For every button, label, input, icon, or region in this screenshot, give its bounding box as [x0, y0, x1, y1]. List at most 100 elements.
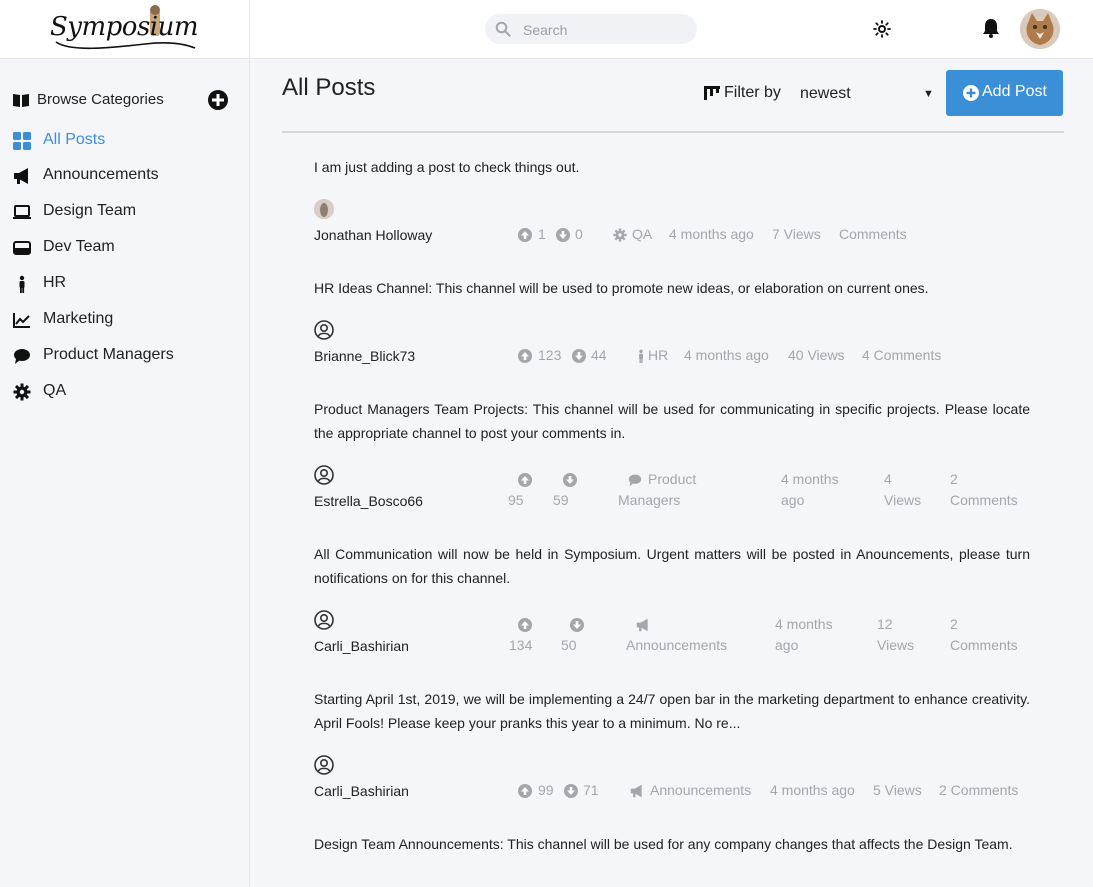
post-time-line2: ago — [775, 637, 799, 653]
gear-icon — [13, 383, 31, 401]
post-category-line1[interactable]: Product — [648, 469, 696, 490]
post-category[interactable]: QA — [632, 224, 652, 245]
post-text[interactable]: Design Team Announcements: This channel … — [314, 832, 1030, 856]
downvote-icon[interactable] — [563, 473, 577, 487]
sidebar-item-product-managers[interactable]: Product Managers — [13, 344, 238, 368]
downvote-icon[interactable] — [556, 228, 570, 242]
sidebar-item-label: All Posts — [43, 131, 106, 148]
sidebar-item-label: Dev Team — [43, 238, 115, 255]
add-category-icon[interactable] — [207, 89, 229, 111]
post-views-label: Views — [877, 637, 915, 653]
comment-icon — [14, 349, 30, 364]
hard-drive-icon — [13, 241, 31, 255]
person-icon — [19, 275, 25, 293]
search-icon — [495, 21, 511, 37]
upvote-icon[interactable] — [518, 784, 532, 798]
downvote-icon[interactable] — [564, 784, 578, 798]
post-views: 7 Views — [772, 226, 821, 242]
author-avatar[interactable] — [314, 199, 334, 219]
person-icon — [634, 349, 648, 363]
megaphone-icon — [14, 168, 28, 184]
browse-categories: Browse Categories — [13, 89, 233, 111]
upvote-icon[interactable] — [518, 618, 532, 632]
post-views: 5 Views — [873, 782, 922, 798]
dropdown-caret-icon: ▼ — [923, 88, 934, 100]
sidebar-item-label: Announcements — [43, 166, 159, 183]
author-name[interactable]: Carli_Bashirian — [314, 783, 409, 799]
search-input[interactable] — [521, 19, 685, 41]
post-text[interactable]: I am just adding a post to check things … — [314, 155, 1030, 179]
header-divider — [282, 131, 1064, 133]
downvote-icon[interactable] — [570, 618, 584, 632]
laptop-icon — [13, 205, 31, 219]
logo-text: Symposium — [50, 12, 199, 42]
post-text[interactable]: Product Managers Team Projects: This cha… — [314, 397, 1030, 445]
megaphone-icon — [630, 784, 644, 798]
sidebar-item-label: Marketing — [43, 310, 114, 327]
bell-icon[interactable] — [980, 17, 1002, 39]
sidebar-item-hr[interactable]: HR — [13, 272, 238, 296]
post-comments[interactable]: 4 Comments — [862, 345, 941, 366]
sidebar-item-label: Design Team — [43, 202, 137, 219]
upvote-count: 123 — [538, 347, 562, 363]
sidebar-item-dev-team[interactable]: Dev Team — [13, 236, 238, 260]
plus-circle-icon — [963, 85, 979, 101]
app-logo[interactable]: Symposium — [50, 4, 200, 54]
downvote-count: 44 — [591, 347, 607, 363]
post-category[interactable]: Announcements — [626, 635, 727, 656]
post-time-line2: ago — [781, 492, 805, 508]
post-text[interactable]: All Communication will now be held in Sy… — [314, 542, 1030, 590]
sidebar-item-qa[interactable]: QA — [13, 380, 238, 404]
post-views-count: 12 — [877, 616, 893, 632]
user-circle-icon[interactable] — [314, 610, 334, 630]
upvote-icon[interactable] — [518, 349, 532, 363]
book-icon — [13, 94, 29, 107]
sidebar-item-marketing[interactable]: Marketing — [13, 308, 238, 332]
search-box[interactable] — [485, 14, 697, 44]
sidebar-item-design-team[interactable]: Design Team — [13, 200, 238, 224]
post-time-line1: 4 months — [775, 616, 833, 632]
sidebar-item-all-posts[interactable]: All Posts — [13, 129, 238, 153]
upvote-icon[interactable] — [518, 473, 532, 487]
sidebar-item-label: QA — [43, 382, 67, 399]
downvote-count: 50 — [561, 637, 577, 653]
post-comments-label[interactable]: Comments — [950, 635, 1018, 656]
sidebar-item-announcements[interactable]: Announcements — [13, 164, 238, 188]
post-time: 4 months ago — [684, 347, 769, 363]
upvote-count: 134 — [509, 637, 533, 653]
post-category[interactable]: Announcements — [650, 780, 751, 801]
post-category-line2[interactable]: Managers — [618, 490, 680, 511]
author-name[interactable]: Estrella_Bosco66 — [314, 493, 423, 509]
add-post-button[interactable]: Add Post — [946, 70, 1063, 116]
post-comments-count[interactable]: 2 — [950, 469, 958, 490]
filter-select[interactable]: newest — [794, 80, 934, 106]
user-circle-icon[interactable] — [314, 320, 334, 340]
post-views-count: 4 — [884, 471, 892, 487]
user-avatar[interactable] — [1020, 9, 1060, 49]
post-category[interactable]: HR — [648, 345, 668, 366]
post-comments-count[interactable]: 2 — [950, 614, 958, 635]
filter-label: Filter by — [724, 84, 781, 101]
post-comments[interactable]: 2 Comments — [939, 780, 1018, 801]
downvote-icon[interactable] — [572, 349, 586, 363]
author-name[interactable]: Jonathan Holloway — [314, 227, 432, 243]
sun-icon[interactable] — [873, 20, 891, 38]
author-name[interactable]: Brianne_Blick73 — [314, 348, 415, 364]
grid-icon — [13, 132, 31, 150]
author-name[interactable]: Carli_Bashirian — [314, 638, 409, 654]
post-text[interactable]: HR Ideas Channel: This channel will be u… — [314, 276, 1030, 300]
user-circle-icon[interactable] — [314, 465, 334, 485]
post-comments[interactable]: Comments — [839, 224, 907, 245]
post-text[interactable]: Starting April 1st, 2019, we will be imp… — [314, 687, 1030, 735]
upvote-count: 99 — [538, 782, 554, 798]
post-time: 4 months ago — [770, 782, 855, 798]
comment-icon — [628, 473, 642, 487]
post-comments-label[interactable]: Comments — [950, 490, 1018, 511]
upvote-icon[interactable] — [518, 228, 532, 242]
downvote-count: 71 — [583, 782, 599, 798]
post-time: 4 months ago — [669, 226, 754, 242]
gear-icon — [613, 228, 627, 242]
downvote-count: 59 — [553, 492, 569, 508]
post-views-label: Views — [884, 492, 922, 508]
user-circle-icon[interactable] — [314, 755, 334, 775]
